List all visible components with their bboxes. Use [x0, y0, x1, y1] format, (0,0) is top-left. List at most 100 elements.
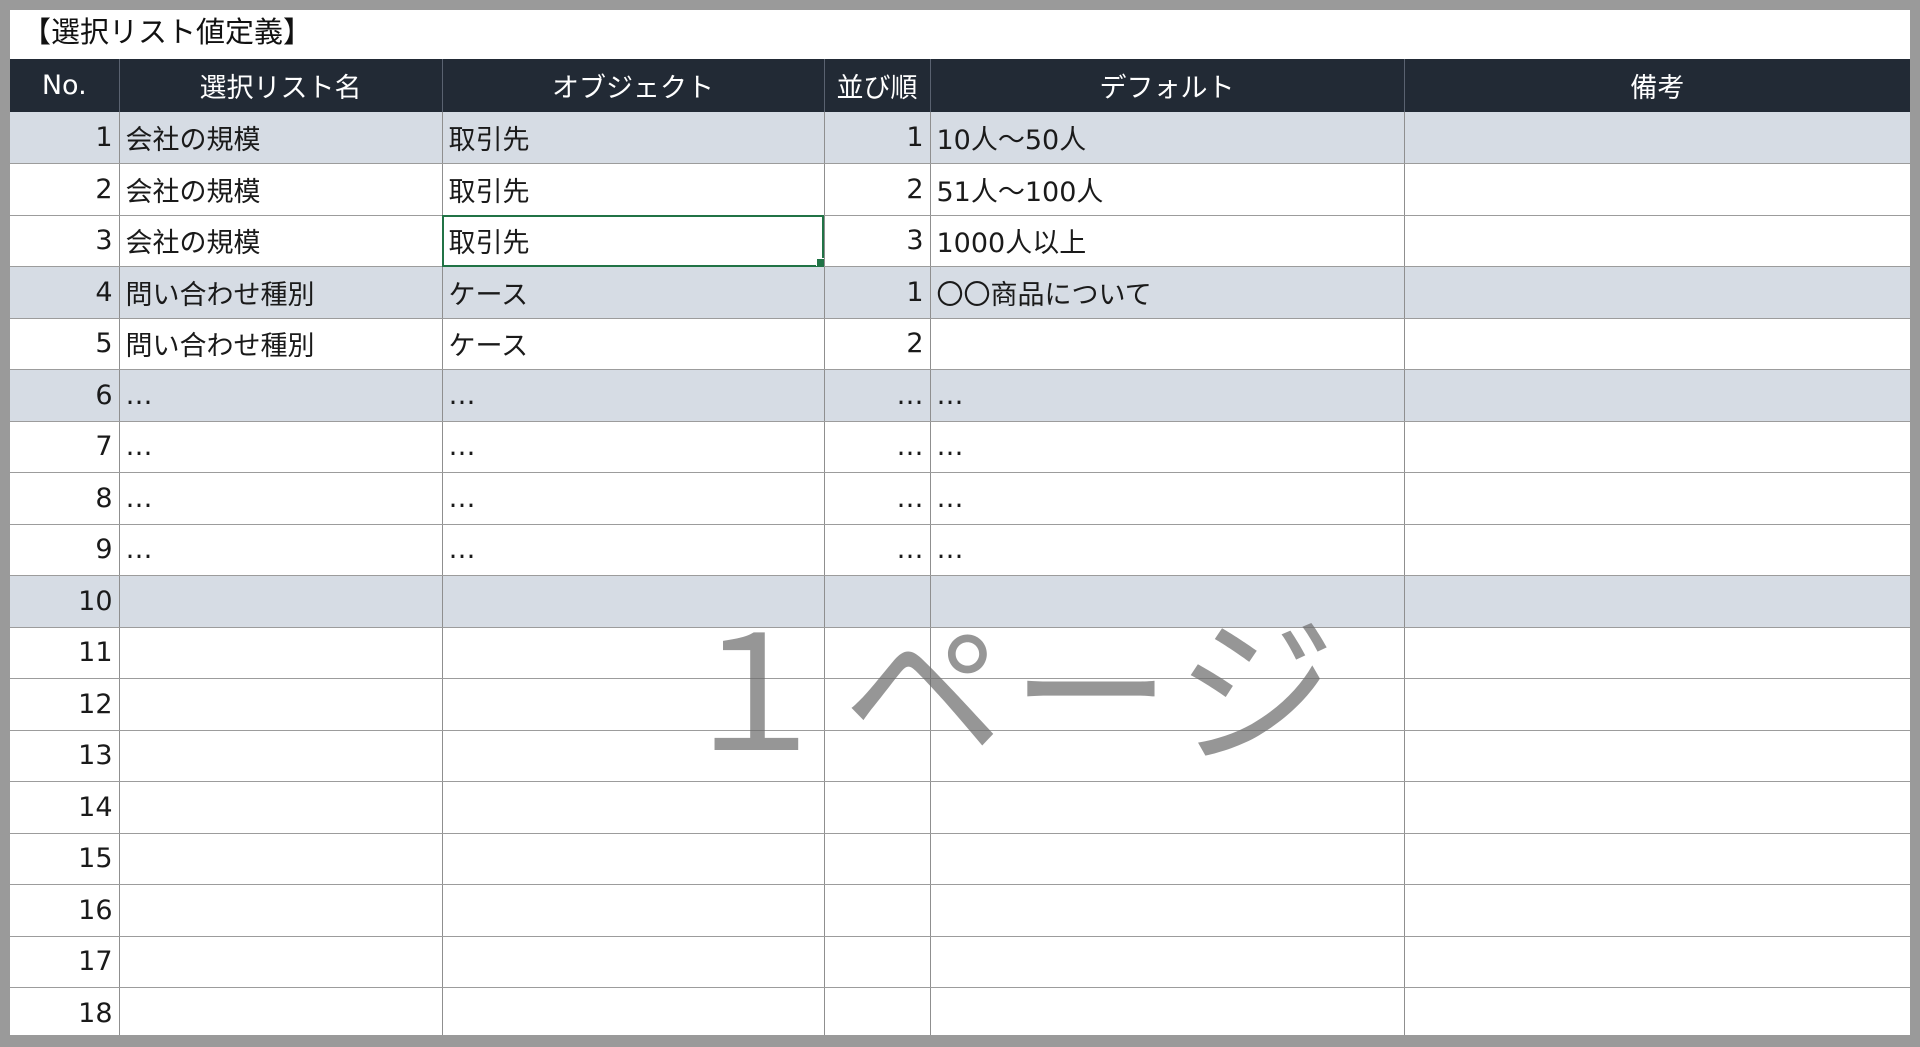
cell-picklist-name[interactable]: 問い合わせ種別 [118, 266, 442, 319]
cell-no[interactable]: 8 [10, 472, 119, 525]
cell-object[interactable]: … [441, 524, 824, 576]
cell-order[interactable] [823, 884, 930, 937]
cell-no[interactable]: 5 [10, 318, 119, 370]
cell-note[interactable] [1403, 575, 1910, 628]
cell-default[interactable] [929, 781, 1404, 834]
cell-no[interactable]: 2 [10, 163, 119, 216]
cell-no[interactable]: 16 [10, 884, 119, 937]
cell-no[interactable]: 14 [10, 781, 119, 834]
cell-picklist-name[interactable] [118, 884, 442, 937]
cell-order[interactable]: … [823, 472, 930, 525]
cell-no[interactable]: 13 [10, 730, 119, 782]
cell-no[interactable]: 6 [10, 369, 119, 422]
cell-default[interactable]: 〇〇商品について [929, 266, 1404, 319]
cell-object-selected[interactable]: 取引先 [441, 215, 824, 267]
cell-note[interactable] [1403, 884, 1910, 937]
cell-picklist-name[interactable]: 問い合わせ種別 [118, 318, 442, 370]
cell-object[interactable]: … [441, 369, 824, 422]
cell-picklist-name[interactable]: 会社の規模 [118, 215, 442, 267]
cell-order[interactable] [823, 833, 930, 885]
cell-order[interactable]: … [823, 524, 930, 576]
cell-default[interactable] [929, 884, 1404, 937]
cell-no[interactable]: 18 [10, 987, 119, 1035]
cell-note[interactable] [1403, 730, 1910, 782]
cell-no[interactable]: 1 [10, 112, 119, 164]
cell-object[interactable] [441, 884, 824, 937]
cell-object[interactable] [441, 833, 824, 885]
cell-picklist-name[interactable] [118, 575, 442, 628]
cell-no[interactable]: 4 [10, 266, 119, 319]
cell-note[interactable] [1403, 833, 1910, 885]
cell-default[interactable] [929, 575, 1404, 628]
cell-default[interactable]: … [929, 369, 1404, 422]
cell-order[interactable]: 1 [823, 266, 930, 319]
cell-order[interactable]: 1 [823, 112, 930, 164]
cell-note[interactable] [1403, 266, 1910, 319]
cell-default[interactable] [929, 936, 1404, 988]
cell-object[interactable]: … [441, 472, 824, 525]
cell-default[interactable] [929, 678, 1404, 731]
cell-picklist-name[interactable]: 会社の規模 [118, 163, 442, 216]
cell-order[interactable] [823, 575, 930, 628]
cell-note[interactable] [1403, 318, 1910, 370]
fill-handle[interactable] [815, 258, 824, 266]
cell-default[interactable]: … [929, 421, 1404, 473]
cell-order[interactable] [823, 678, 930, 731]
cell-default[interactable] [929, 627, 1404, 679]
cell-default[interactable]: 10人～50人 [929, 112, 1404, 164]
cell-note[interactable] [1403, 524, 1910, 576]
cell-note[interactable] [1403, 781, 1910, 834]
cell-note[interactable] [1403, 936, 1910, 988]
cell-order[interactable]: … [823, 421, 930, 473]
cell-order[interactable]: 2 [823, 163, 930, 216]
cell-default[interactable]: 51人～100人 [929, 163, 1404, 216]
cell-default[interactable] [929, 318, 1404, 370]
cell-note[interactable] [1403, 987, 1910, 1035]
cell-picklist-name[interactable]: 会社の規模 [118, 112, 442, 164]
cell-no[interactable]: 10 [10, 575, 119, 628]
cell-no[interactable]: 11 [10, 627, 119, 679]
cell-note[interactable] [1403, 215, 1910, 267]
cell-note[interactable] [1403, 369, 1910, 422]
cell-default[interactable] [929, 987, 1404, 1035]
cell-picklist-name[interactable] [118, 781, 442, 834]
cell-order[interactable]: 3 [823, 215, 930, 267]
cell-default[interactable]: … [929, 472, 1404, 525]
cell-no[interactable]: 3 [10, 215, 119, 267]
cell-object[interactable] [441, 730, 824, 782]
cell-note[interactable] [1403, 421, 1910, 473]
header-no[interactable]: No. [10, 59, 119, 112]
cell-picklist-name[interactable]: … [118, 472, 442, 525]
cell-note[interactable] [1403, 163, 1910, 216]
cell-picklist-name[interactable] [118, 627, 442, 679]
cell-picklist-name[interactable] [118, 833, 442, 885]
cell-object[interactable] [441, 575, 824, 628]
cell-order[interactable] [823, 730, 930, 782]
cell-picklist-name[interactable] [118, 936, 442, 988]
header-note[interactable]: 備考 [1403, 59, 1910, 112]
cell-no[interactable]: 9 [10, 524, 119, 576]
cell-object[interactable]: … [441, 421, 824, 473]
header-order[interactable]: 並び順 [823, 59, 930, 112]
cell-object[interactable]: 取引先 [441, 112, 824, 164]
cell-object[interactable] [441, 678, 824, 731]
cell-default[interactable]: 1000人以上 [929, 215, 1404, 267]
cell-picklist-name[interactable]: … [118, 421, 442, 473]
cell-object[interactable] [441, 627, 824, 679]
cell-note[interactable] [1403, 112, 1910, 164]
header-object[interactable]: オブジェクト [441, 59, 824, 112]
cell-note[interactable] [1403, 472, 1910, 525]
cell-default[interactable] [929, 730, 1404, 782]
cell-note[interactable] [1403, 627, 1910, 679]
cell-object[interactable]: 取引先 [441, 163, 824, 216]
cell-picklist-name[interactable]: … [118, 524, 442, 576]
cell-order[interactable] [823, 627, 930, 679]
cell-object[interactable] [441, 936, 824, 988]
cell-no[interactable]: 7 [10, 421, 119, 473]
cell-no[interactable]: 15 [10, 833, 119, 885]
cell-order[interactable] [823, 781, 930, 834]
cell-no[interactable]: 17 [10, 936, 119, 988]
cell-picklist-name[interactable] [118, 678, 442, 731]
cell-object[interactable] [441, 781, 824, 834]
cell-object[interactable]: ケース [441, 318, 824, 370]
